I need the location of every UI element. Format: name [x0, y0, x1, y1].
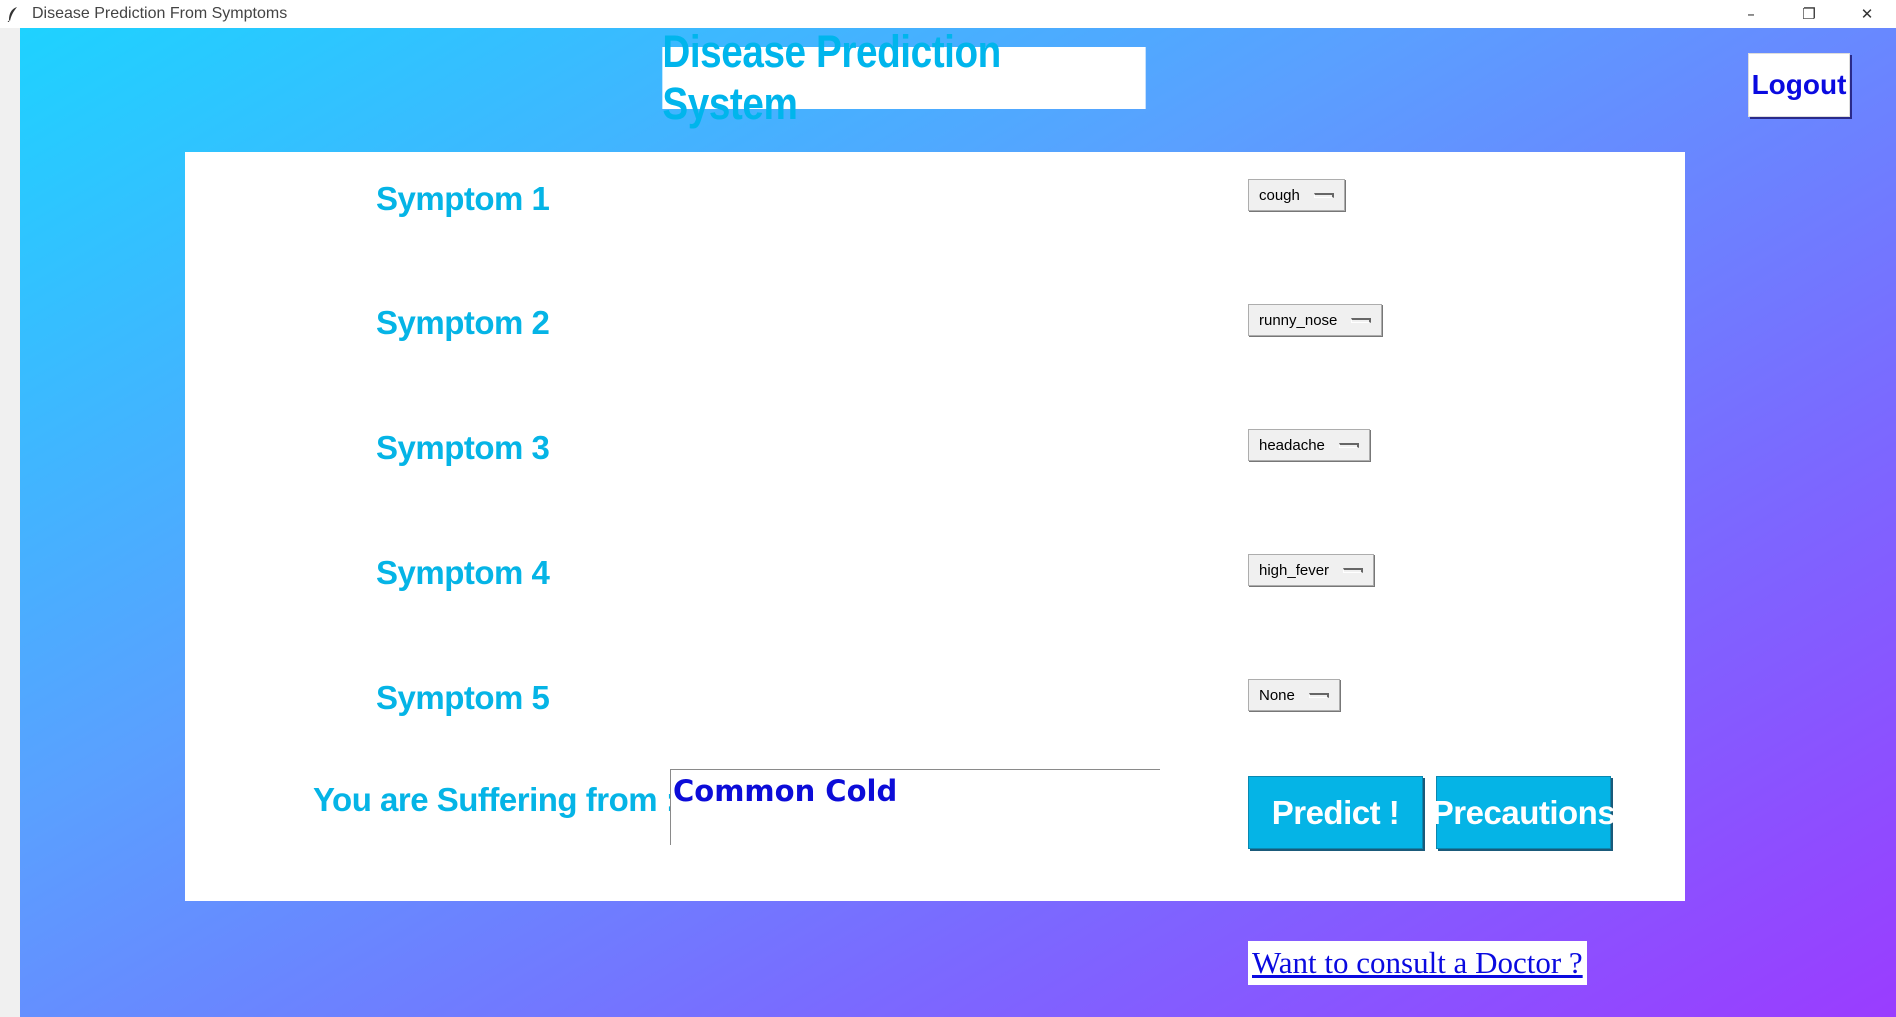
logout-button[interactable]: Logout	[1748, 53, 1850, 117]
symptom-5-label: Symptom 5	[376, 679, 550, 716]
close-icon[interactable]: ✕	[1838, 0, 1896, 28]
option-menu-indicator-icon	[1343, 567, 1364, 573]
left-border	[0, 28, 20, 1017]
window-controls: – ❐ ✕	[1722, 0, 1896, 28]
consult-doctor-link[interactable]: Want to consult a Doctor ?	[1248, 941, 1587, 985]
minimize-icon[interactable]: –	[1722, 0, 1780, 28]
symptom-5-value: None	[1259, 686, 1295, 704]
result-label: You are Suffering from :	[313, 781, 677, 818]
window-title: Disease Prediction From Symptoms	[32, 5, 288, 22]
feather-icon	[6, 6, 20, 22]
symptom-3-label: Symptom 3	[376, 429, 550, 466]
symptom-3-value: headache	[1259, 436, 1325, 454]
page-title: Disease Prediction System	[662, 28, 1146, 129]
symptom-2-dropdown[interactable]: runny_nose	[1248, 304, 1383, 336]
symptom-2-label: Symptom 2	[376, 304, 550, 341]
symptom-4-value: high_fever	[1259, 561, 1330, 579]
symptom-1-label: Symptom 1	[376, 180, 550, 217]
result-output[interactable]: Common Cold	[670, 769, 1160, 845]
main-canvas: Disease Prediction System Logout Symptom…	[20, 28, 1896, 1017]
symptom-1-dropdown[interactable]: cough	[1248, 179, 1345, 211]
symptom-5-dropdown[interactable]: None	[1248, 679, 1340, 711]
restore-icon[interactable]: ❐	[1780, 0, 1838, 28]
precautions-button[interactable]: Precautions	[1432, 776, 1616, 849]
option-menu-indicator-icon	[1338, 442, 1359, 448]
symptom-4-dropdown[interactable]: high_fever	[1248, 554, 1375, 586]
option-menu-indicator-icon	[1313, 192, 1334, 198]
option-menu-indicator-icon	[1308, 692, 1329, 698]
window-titlebar: Disease Prediction From Symptoms – ❐ ✕	[0, 0, 1896, 28]
option-menu-indicator-icon	[1351, 317, 1372, 323]
symptom-2-value: runny_nose	[1259, 311, 1338, 329]
predict-button[interactable]: Predict !	[1248, 776, 1423, 849]
symptom-4-label: Symptom 4	[376, 554, 550, 591]
symptom-1-value: cough	[1259, 186, 1300, 204]
symptom-panel: Symptom 1 cough Symptom 2 runny_nose Sym…	[185, 152, 1685, 901]
symptom-3-dropdown[interactable]: headache	[1248, 429, 1370, 461]
